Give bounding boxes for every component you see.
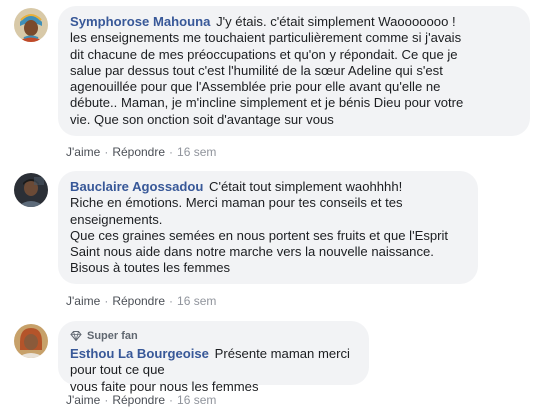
super-fan-badge[interactable]: Super fan [87, 328, 138, 344]
avatar[interactable] [14, 173, 48, 207]
comment-text-line: les enseignements me touchaient particul… [70, 30, 462, 46]
reply-link[interactable]: Répondre [112, 145, 165, 159]
comment-text-line: dit chacune de mes préoccupations et qu'… [70, 46, 458, 62]
profile-photo-icon [14, 324, 48, 358]
timestamp[interactable]: 16 sem [177, 294, 216, 308]
separator: · [169, 393, 174, 407]
reply-link[interactable]: Répondre [112, 294, 165, 308]
profile-photo-icon [14, 173, 48, 207]
comment-text-line: débute.. Maman, je m'incline simplement … [70, 95, 464, 111]
separator: · [169, 294, 174, 308]
separator: · [104, 393, 109, 407]
like-link[interactable]: J'aime [66, 294, 100, 308]
timestamp[interactable]: 16 sem [177, 393, 216, 407]
comment-text-line: vie. Que son onction soit d'avantage sur… [70, 111, 334, 127]
comment-actions: J'aime · Répondre · 16 sem [66, 393, 216, 407]
badge-row: Super fan [70, 329, 357, 343]
comment-text-line: C'était tout simplement waohhhh! [209, 179, 403, 194]
like-link[interactable]: J'aime [66, 393, 100, 407]
comment-text-line: Que ces graines semées en nous portent s… [70, 227, 449, 243]
separator: · [169, 145, 174, 159]
separator: · [104, 294, 109, 308]
avatar[interactable] [14, 8, 48, 42]
comment-text-line: J'y étais. c'était simplement Waooooooo … [216, 14, 456, 29]
comment-bubble: Symphorose Mahouna J'y étais. c'était si… [58, 6, 530, 136]
comment-text-line: salue par dessus tout c'est l'humilité d… [70, 62, 443, 78]
comment-text-line: Bisous à toutes les femmes [70, 260, 231, 276]
separator: · [104, 145, 109, 159]
comment-text-line: agenouillée pour que l'Assemblée prie po… [70, 79, 441, 95]
comment-text-line: enseignements. [70, 211, 163, 227]
profile-photo-icon [14, 8, 48, 42]
comment-author[interactable]: Symphorose Mahouna [70, 14, 210, 29]
reply-link[interactable]: Répondre [112, 393, 165, 407]
timestamp[interactable]: 16 sem [177, 145, 216, 159]
comment-actions: J'aime · Répondre · 16 sem [66, 145, 216, 159]
comment-actions: J'aime · Répondre · 16 sem [66, 294, 216, 308]
comment-text-line: Riche en émotions. Merci maman pour tes … [70, 195, 403, 211]
comment-text-line: Saint nous aide dans notre marche vers l… [70, 244, 434, 260]
comment-author[interactable]: Esthou La Bourgeoise [70, 346, 209, 361]
avatar[interactable] [14, 324, 48, 358]
comment-author[interactable]: Bauclaire Agossadou [70, 179, 203, 194]
comment-bubble: Bauclaire Agossadou C'était tout simplem… [58, 171, 478, 284]
diamond-icon [70, 331, 82, 341]
comment-bubble: Super fan Esthou La Bourgeoise Présente … [58, 321, 369, 394]
like-link[interactable]: J'aime [66, 145, 100, 159]
